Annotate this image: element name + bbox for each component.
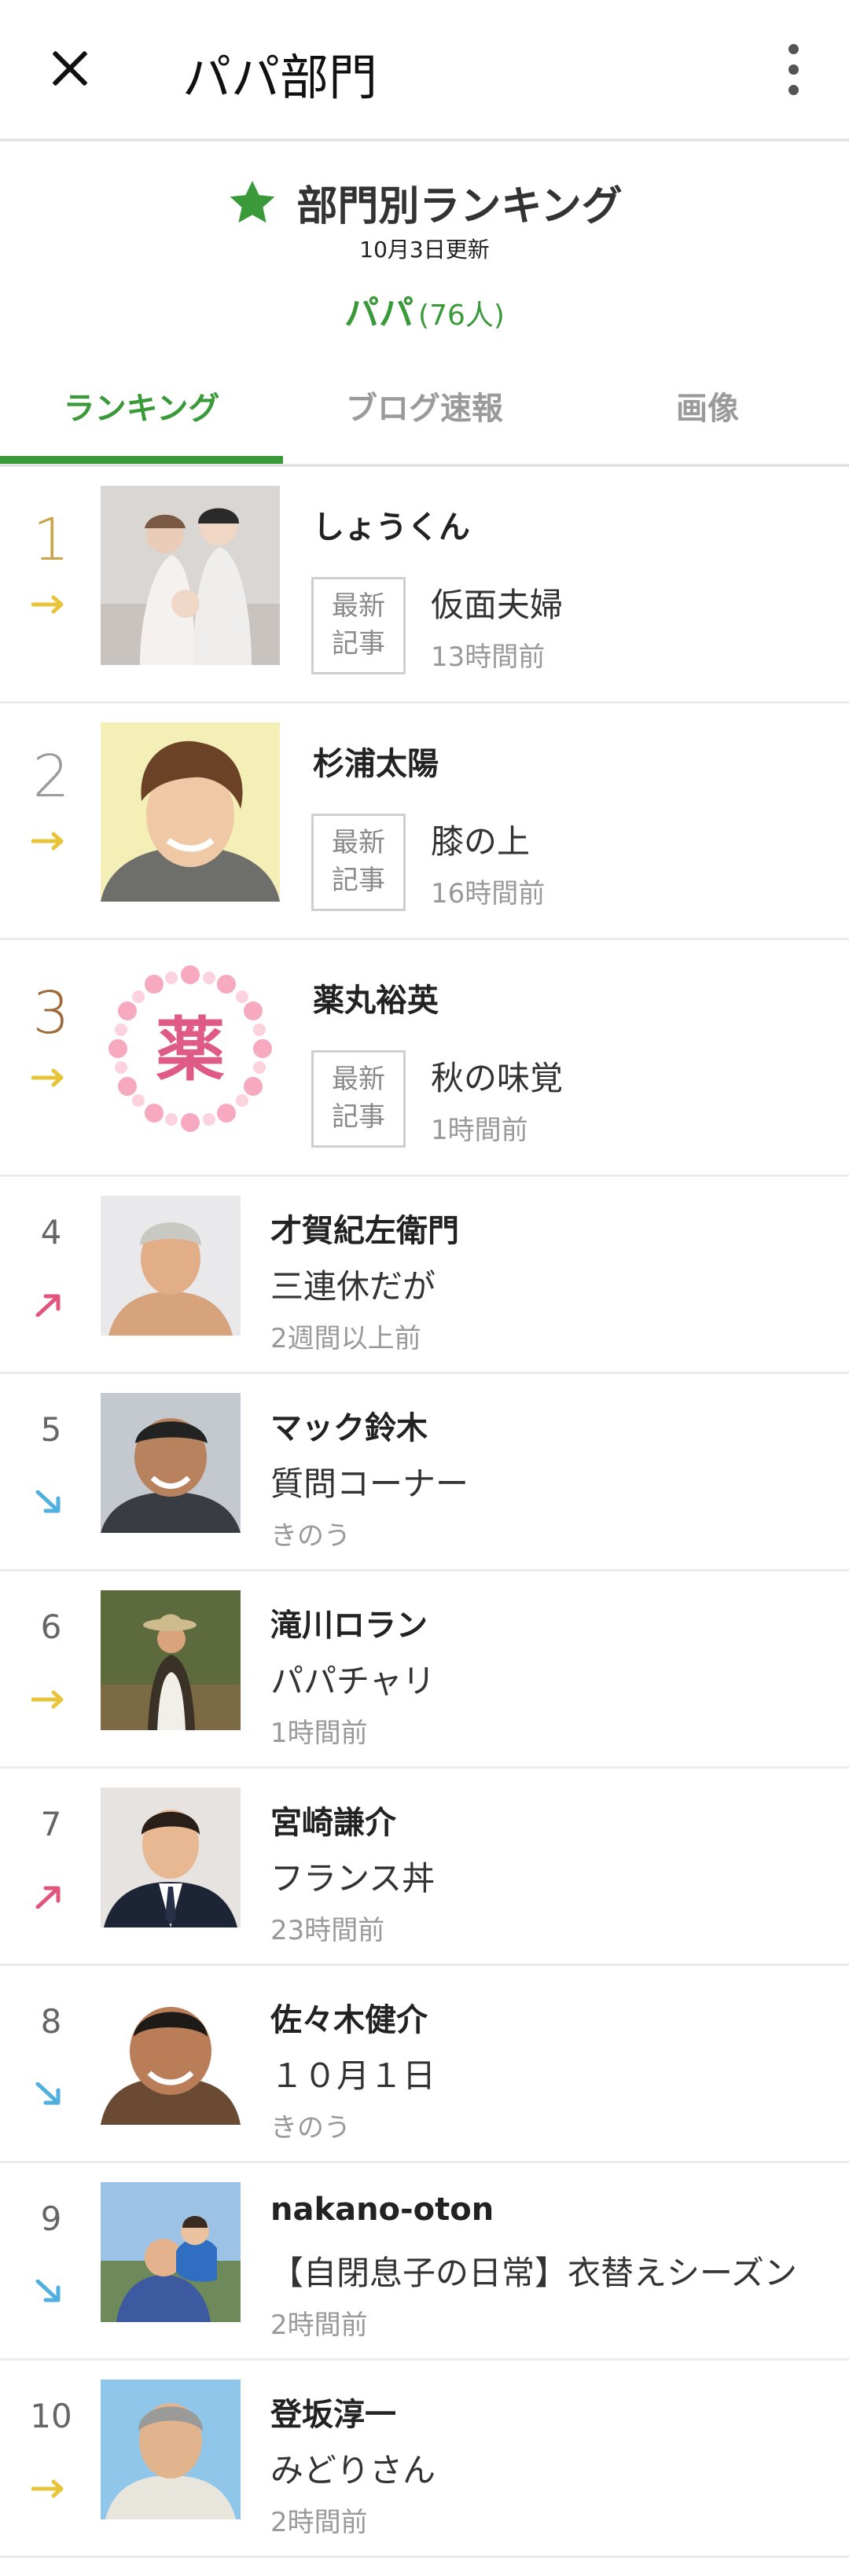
post-time: 1時間前 [270, 1718, 368, 1749]
avatar[interactable] [101, 1393, 241, 1533]
post-title[interactable]: 膝の上 [431, 815, 530, 863]
avatar[interactable] [101, 1788, 241, 1927]
ranking-row[interactable]: 1 しょうくん 最新 記事 仮面夫婦 13時間前 [0, 467, 849, 704]
category-name: パパ [344, 293, 414, 333]
category-label: パパ (76人) [0, 285, 849, 335]
trend-flat-icon [31, 832, 64, 851]
author-name[interactable]: 滝川ロラン [270, 1600, 428, 1645]
tab-images[interactable]: 画像 [566, 369, 849, 464]
app-bar: パパ部門 [0, 0, 849, 141]
ranking-row[interactable]: 8 佐々木健介 １０月１日 きのう [0, 1966, 849, 2163]
author-name[interactable]: 杉浦太陽 [313, 738, 439, 784]
trend-down-icon [35, 2280, 61, 2302]
post-time: きのう [270, 1520, 351, 1552]
post-time: 13時間前 [431, 641, 546, 673]
ranking-row[interactable]: 3 薬 薬丸裕英 最新 記事 秋の味覚 1時間前 [0, 940, 849, 1177]
page-title: パパ部門 [182, 49, 378, 106]
trend-down-icon [35, 2082, 61, 2105]
ranking-row[interactable]: 2 杉浦太陽 最新 記事 膝の上 16時間前 [0, 704, 849, 940]
ranking-title: 部門別ランキング [296, 183, 623, 230]
post-time: 16時間前 [431, 878, 546, 910]
post-time: 2時間前 [270, 2507, 368, 2538]
post-title[interactable]: フランス丼 [270, 1852, 435, 1900]
avatar[interactable] [101, 486, 280, 665]
trend-down-icon [35, 1490, 61, 1513]
ranking-row[interactable]: 10 登坂淳一 みどりさん 2時間前 [0, 2361, 849, 2558]
ranking-row[interactable]: 6 滝川ロラン パパチャリ 1時間前 [0, 1571, 849, 1769]
tab-ranking[interactable]: ランキング [0, 369, 283, 464]
rank-number: 2 [32, 743, 70, 810]
avatar[interactable] [101, 722, 280, 902]
author-name[interactable]: マック鈴木 [270, 1402, 428, 1448]
trend-flat-icon [31, 595, 64, 614]
category-count: (76人) [418, 299, 505, 332]
post-time: きのう [270, 2112, 351, 2144]
trend-flat-icon [31, 2479, 64, 2498]
ranking-row[interactable]: 4 才賀紀左衛門 三連休だが 2週間以上前 [0, 1177, 849, 1374]
post-time: 23時間前 [270, 1915, 385, 1946]
post-time: 2週間以上前 [270, 1323, 421, 1354]
latest-post-badge: 最新 記事 [311, 814, 406, 911]
trend-up-icon [35, 1886, 61, 1909]
rank-number: 5 [40, 1410, 62, 1449]
post-title[interactable]: 三連休だが [270, 1260, 436, 1308]
avatar[interactable] [101, 1985, 241, 2125]
trend-flat-icon [31, 1690, 64, 1709]
tab-active-indicator [0, 456, 283, 464]
tab-blog-news[interactable]: ブログ速報 [283, 369, 566, 464]
post-title[interactable]: １０月１日 [270, 2049, 436, 2097]
kanji-logo-text: 薬 [156, 1009, 225, 1090]
rank-number: 1 [32, 506, 70, 574]
close-icon[interactable] [47, 44, 94, 91]
post-title[interactable]: 質問コーナー [270, 1457, 469, 1505]
rank-number: 3 [32, 979, 70, 1047]
avatar[interactable] [101, 2182, 241, 2322]
rank-number: 8 [40, 2002, 62, 2041]
author-name[interactable]: nakano-oton [270, 2192, 494, 2228]
post-title[interactable]: 【自閉息子の日常】衣替えシーズン [270, 2247, 797, 2295]
avatar[interactable] [101, 2379, 241, 2519]
author-name[interactable]: 宮崎謙介 [270, 1797, 396, 1843]
post-time: 2時間前 [270, 2310, 368, 2341]
author-name[interactable]: 佐々木健介 [270, 1994, 428, 2040]
avatar[interactable] [101, 1196, 241, 1336]
rank-number: 10 [30, 2397, 72, 2435]
ranking-row[interactable]: 7 宮崎謙介 フランス丼 23時間前 [0, 1769, 849, 1966]
post-title[interactable]: 秋の味覚 [431, 1052, 563, 1100]
trend-flat-icon [31, 1068, 64, 1087]
latest-post-badge: 最新 記事 [311, 1050, 406, 1148]
tab-bar: ランキング ブログ速報 画像 [0, 369, 849, 467]
rank-number: 4 [40, 1213, 62, 1251]
avatar[interactable] [101, 1590, 241, 1730]
rank-number: 9 [40, 2199, 62, 2238]
rank-number: 6 [40, 1608, 62, 1646]
more-vertical-icon[interactable] [781, 44, 805, 96]
author-name[interactable]: しょうくん [313, 502, 470, 547]
post-title[interactable]: パパチャリ [270, 1655, 436, 1703]
post-title[interactable]: みどりさん [270, 2444, 436, 2492]
post-time: 1時間前 [431, 1115, 528, 1146]
post-title[interactable]: 仮面夫婦 [431, 579, 563, 627]
latest-post-badge: 最新 記事 [311, 577, 406, 674]
author-name[interactable]: 才賀紀左衛門 [270, 1205, 459, 1251]
author-name[interactable]: 薬丸裕英 [313, 975, 439, 1020]
star-icon [230, 180, 275, 222]
ranking-list: 1 しょうくん 最新 記事 仮面夫婦 13時間前 2 杉浦太陽 最新 記事 膝の… [0, 467, 849, 2558]
rank-number: 7 [40, 1805, 62, 1843]
trend-up-icon [35, 1294, 61, 1317]
author-name[interactable]: 登坂淳一 [270, 2389, 396, 2435]
ranking-row[interactable]: 5 マック鈴木 質問コーナー きのう [0, 1374, 849, 1571]
ranking-row[interactable]: 9 nakano-oton 【自閉息子の日常】衣替えシーズン 2時間前 [0, 2163, 849, 2361]
updated-date: 10月3日更新 [359, 237, 490, 263]
avatar[interactable]: 薬 [101, 959, 280, 1138]
